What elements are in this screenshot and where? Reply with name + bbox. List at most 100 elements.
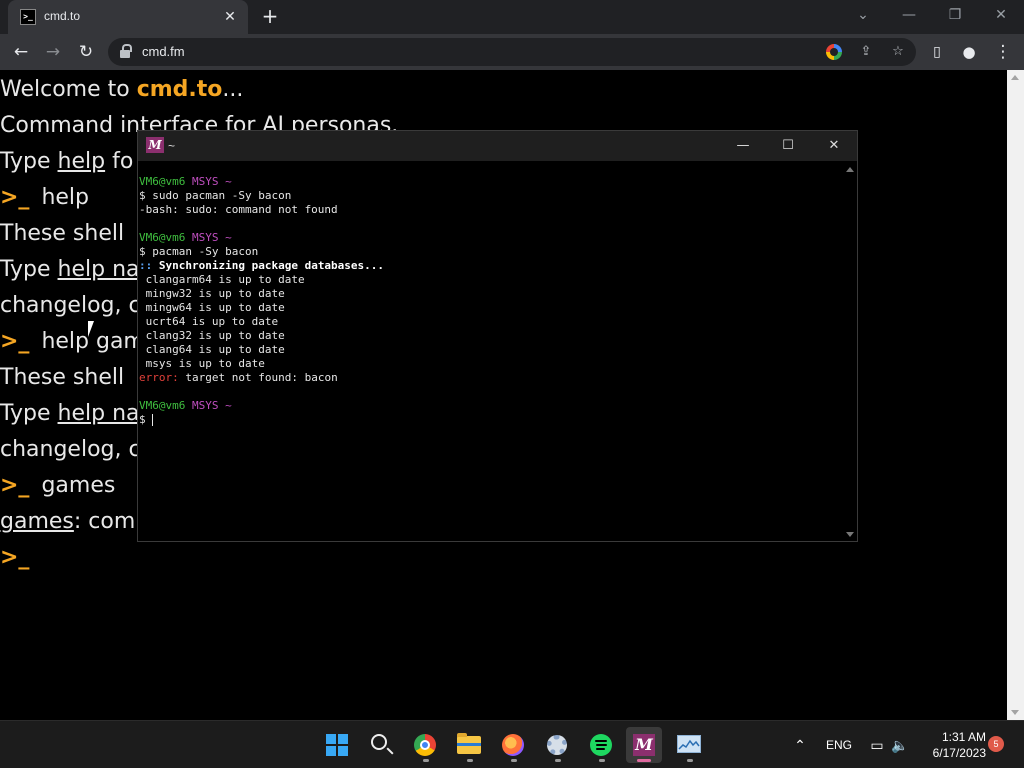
browser-tab[interactable]: >_ cmd.to ✕ — [8, 0, 248, 34]
brand-name: cmd.to — [136, 77, 223, 102]
command-line: >_ help — [0, 185, 89, 210]
games-link[interactable]: games — [0, 509, 74, 534]
output-line: clangarm64 is up to date — [139, 273, 305, 286]
terminal-window[interactable]: M ~ — ☐ ✕ VM6@vm6 MSYS ~ $ sudo pacman -… — [137, 130, 858, 542]
start-button[interactable] — [319, 727, 355, 763]
file-explorer-icon — [457, 733, 481, 754]
file-explorer-taskbar-button[interactable] — [451, 727, 487, 763]
running-indicator — [511, 759, 517, 762]
scroll-up-icon[interactable] — [846, 167, 854, 172]
sync-marker: :: — [139, 259, 153, 272]
command-input-line[interactable]: >_ — [0, 545, 41, 570]
sync-text: Synchronizing package databases... — [152, 259, 385, 272]
help-name-link[interactable]: help na — [58, 401, 140, 426]
output-line: ucrt64 is up to date — [139, 315, 279, 328]
terminal-title: ~ — [168, 139, 176, 153]
output-text: Type — [0, 257, 58, 282]
command-line: $ sudo pacman -Sy bacon — [139, 189, 292, 202]
sidepanel-icon[interactable]: ▯ — [924, 39, 950, 65]
google-icon[interactable] — [826, 44, 842, 60]
plus-icon[interactable]: + — [258, 5, 282, 29]
prompt-env: MSYS — [191, 231, 219, 244]
error-line: error: target not found: bacon — [139, 371, 338, 385]
spotify-taskbar-button[interactable] — [583, 727, 619, 763]
settings-taskbar-button[interactable] — [539, 727, 575, 763]
output-text: Type — [0, 401, 58, 426]
terminal-output[interactable]: VM6@vm6 MSYS ~ $ sudo pacman -Sy bacon -… — [138, 175, 843, 541]
lock-icon[interactable] — [120, 44, 132, 58]
terminal-maximize-button[interactable]: ☐ — [765, 131, 811, 161]
input-line[interactable]: $ — [139, 413, 154, 427]
notification-badge[interactable]: 5 — [988, 736, 1004, 752]
hint-suffix: fo — [105, 149, 134, 174]
language-indicator[interactable]: ENG — [822, 721, 856, 768]
chevron-down-icon[interactable]: ⌄ — [840, 0, 886, 30]
command-line: >_ games — [0, 473, 115, 498]
terminal-close-button[interactable]: ✕ — [811, 131, 857, 161]
error-label: error: — [139, 371, 179, 384]
running-indicator — [555, 759, 561, 762]
scroll-down-icon[interactable] — [1011, 710, 1019, 715]
firefox-taskbar-button[interactable] — [495, 727, 531, 763]
share-icon[interactable]: ⇪ — [856, 42, 876, 62]
running-indicator — [599, 759, 605, 762]
chrome-icon — [414, 734, 436, 756]
windows-start-icon — [326, 734, 348, 756]
prompt-dir: ~ — [225, 231, 232, 244]
terminal-minimize-button[interactable]: — — [720, 131, 766, 161]
command-line: $ pacman -Sy bacon — [139, 245, 259, 258]
profile-icon[interactable]: ● — [956, 39, 982, 65]
address-bar[interactable]: cmd.fm ⇪ ☆ — [108, 38, 916, 66]
msys2-taskbar-button[interactable]: M — [626, 727, 662, 763]
browser-tab-strip: >_ cmd.to ✕ + ⌄ — ❐ ✕ — [0, 0, 1024, 34]
terminal-scrollbar[interactable] — [843, 161, 857, 541]
command-text: help — [41, 185, 89, 210]
running-indicator — [687, 759, 693, 762]
minimize-button[interactable]: — — [886, 0, 932, 30]
scroll-up-icon[interactable] — [1011, 75, 1019, 80]
prompt-symbol: >_ — [0, 545, 30, 570]
clock-date[interactable]: 6/17/2023 — [916, 746, 986, 760]
search-button[interactable] — [363, 727, 399, 763]
window-close-button[interactable]: ✕ — [978, 0, 1024, 30]
close-icon[interactable]: ✕ — [220, 7, 240, 27]
prompt-line: VM6@vm6 MSYS ~ — [139, 399, 232, 413]
prompt-env: MSYS — [191, 399, 219, 412]
output-line: games: com — [0, 509, 135, 534]
volume-icon[interactable]: 🔈 — [889, 721, 911, 768]
output-line: clang32 is up to date — [139, 329, 285, 342]
kebab-menu-icon[interactable]: ⋮ — [990, 39, 1016, 65]
prompt-env: MSYS — [191, 175, 219, 188]
page-scrollbar[interactable] — [1007, 70, 1024, 720]
mouse-pointer-icon — [88, 321, 94, 337]
network-icon[interactable]: ▭ — [866, 721, 888, 768]
scroll-down-icon[interactable] — [846, 532, 854, 537]
star-icon[interactable]: ☆ — [888, 42, 908, 62]
output-line: :: Synchronizing package databases... — [139, 259, 384, 273]
back-arrow-icon[interactable]: ← — [8, 39, 34, 65]
search-icon — [371, 734, 387, 750]
hint-text: Type — [0, 149, 58, 174]
reload-icon[interactable]: ↻ — [73, 39, 99, 65]
help-link[interactable]: help — [58, 149, 106, 174]
prompt-symbol: >_ — [0, 473, 30, 498]
settings-gear-icon — [547, 735, 567, 755]
help-name-link[interactable]: help na — [58, 257, 140, 282]
output-line: mingw32 is up to date — [139, 287, 285, 300]
prompt-user: VM6@vm6 — [139, 175, 186, 188]
text-cursor — [152, 414, 154, 426]
url-text[interactable]: cmd.fm — [142, 44, 185, 59]
clock-time[interactable]: 1:31 AM — [926, 730, 986, 744]
chevron-up-icon[interactable]: ⌃ — [788, 721, 812, 768]
msys2-icon: M — [633, 734, 655, 756]
msys2-icon: M — [146, 137, 164, 153]
restore-button[interactable]: ❐ — [932, 0, 978, 30]
chrome-taskbar-button[interactable] — [407, 727, 443, 763]
output-line: clang64 is up to date — [139, 343, 285, 356]
terminal-favicon-icon: >_ — [20, 9, 36, 25]
prompt-dir: ~ — [225, 175, 232, 188]
forward-arrow-icon[interactable]: → — [40, 39, 66, 65]
browser-toolbar: ← → ↻ cmd.fm ⇪ ☆ ▯ ● ⋮ — [0, 34, 1024, 70]
terminal-titlebar[interactable]: M ~ — ☐ ✕ — [138, 131, 857, 161]
resource-monitor-taskbar-button[interactable] — [671, 727, 707, 763]
